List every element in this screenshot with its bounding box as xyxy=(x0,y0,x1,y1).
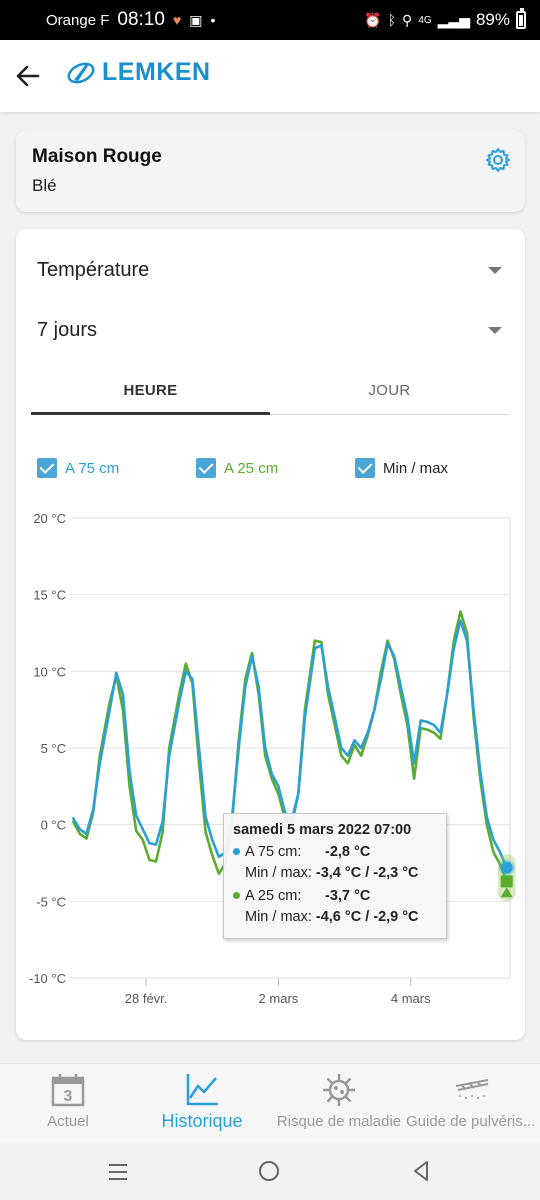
back-triangle-icon[interactable] xyxy=(409,1159,433,1183)
lemken-logo-icon xyxy=(67,62,95,83)
carrier-label: Orange F xyxy=(46,11,110,29)
x-tick-label: 2 mars xyxy=(259,991,299,1006)
sprayer-icon xyxy=(455,1079,489,1099)
granularity-tabs: HEURE JOUR xyxy=(31,365,510,415)
a25-dot-icon xyxy=(233,892,240,899)
period-select-value: 7 jours xyxy=(37,318,98,341)
battery-percent: 89% xyxy=(475,10,510,29)
tooltip-a25-minmax-row: Min / max: -4,6 °C / -2,9 °C xyxy=(233,906,437,927)
tooltip-a25-row: A 25 cm: -3,7 °C xyxy=(233,885,437,906)
tooltip-title: samedi 5 mars 2022 07:00 xyxy=(233,822,412,838)
y-tick-label: 0 °C xyxy=(41,818,66,833)
tooltip-a25-minmax-label: Min / max: xyxy=(245,908,312,925)
nav-historique[interactable]: Historique xyxy=(150,1064,254,1144)
home-icon[interactable] xyxy=(257,1159,281,1183)
y-tick-label: 15 °C xyxy=(33,588,66,603)
chart-card: Température 7 jours HEURE JOUR A 75 cm A… xyxy=(16,229,525,1040)
lemken-logo: LEMKEN xyxy=(66,58,211,87)
checkbox-checked-icon[interactable] xyxy=(196,458,216,478)
legend-a25-toggle[interactable]: A 25 cm xyxy=(196,458,278,478)
nav-risque-maladie[interactable]: Risque de maladie xyxy=(272,1064,406,1144)
recent-apps-icon[interactable] xyxy=(106,1160,130,1184)
legend-a75-toggle[interactable]: A 75 cm xyxy=(37,458,119,478)
gear-icon[interactable] xyxy=(485,147,511,173)
bottom-navigation: 3 Actuel Historique Risque de maladie Gu… xyxy=(0,1063,540,1143)
nav-actuel[interactable]: 3 Actuel xyxy=(28,1064,108,1144)
bluetooth-icon: ᛒ xyxy=(387,12,397,28)
chevron-down-icon xyxy=(488,326,502,334)
field-card[interactable]: Maison Rouge Blé xyxy=(16,130,525,212)
signal-icon: ▂▃▅ xyxy=(437,12,470,28)
checkbox-checked-icon[interactable] xyxy=(37,458,57,478)
status-left: Orange F 08:10 ♥ ▣ • xyxy=(46,0,215,40)
nav-actuel-label: Actuel xyxy=(47,1113,89,1130)
status-right: ⏰ ᛒ ⚲ 4G ▂▃▅ 89% xyxy=(364,0,526,40)
checkbox-checked-icon[interactable] xyxy=(355,458,375,478)
more-notifications-icon: • xyxy=(210,12,216,28)
clock: 08:10 xyxy=(117,9,165,30)
y-tick-label: -10 °C xyxy=(29,971,66,986)
legend-a25-label: A 25 cm xyxy=(224,459,279,477)
tooltip-a75-minmax-row: Min / max: -3,4 °C / -2,3 °C xyxy=(233,862,437,883)
alarm-icon: ⏰ xyxy=(364,12,382,28)
legend-minmax-label: Min / max xyxy=(383,459,449,477)
tab-day[interactable]: JOUR xyxy=(270,365,509,415)
tooltip-a25-minmax-value: -4,6 °C / -2,9 °C xyxy=(315,908,419,925)
chart-line-icon xyxy=(186,1074,218,1106)
tooltip-a75-minmax-value: -3,4 °C / -2,3 °C xyxy=(315,864,419,881)
app-bar: LEMKEN xyxy=(0,40,540,112)
calendar-icon: 3 xyxy=(51,1074,85,1107)
hover-point-a25 xyxy=(500,875,513,888)
tooltip-a75-minmax-label: Min / max: xyxy=(245,864,312,881)
y-tick-label: 5 °C xyxy=(41,741,66,756)
legend-a75-label: A 75 cm xyxy=(65,459,120,477)
legend-minmax-toggle[interactable]: Min / max xyxy=(355,458,448,478)
y-tick-label: 10 °C xyxy=(33,664,66,679)
period-select[interactable]: 7 jours xyxy=(37,310,505,350)
battery-icon xyxy=(516,8,526,29)
calendar-day-number: 3 xyxy=(64,1088,73,1105)
tooltip-a75-row: A 75 cm: -2,8 °C xyxy=(233,841,437,862)
calendar-notification-icon: ▣ xyxy=(189,12,203,28)
field-crop: Blé xyxy=(32,176,57,195)
network-type: 4G xyxy=(418,14,432,26)
back-arrow-icon[interactable] xyxy=(10,58,46,94)
field-name: Maison Rouge xyxy=(32,146,162,167)
x-tick-label: 28 févr. xyxy=(125,991,168,1006)
chart-tooltip: samedi 5 mars 2022 07:00 A 75 cm: -2,8 °… xyxy=(223,813,447,939)
chevron-down-icon xyxy=(488,266,502,274)
tooltip-a75-value: -2,8 °C xyxy=(325,843,371,860)
active-tab-indicator xyxy=(31,412,270,415)
heart-icon: ♥ xyxy=(172,12,182,28)
nav-historique-label: Historique xyxy=(161,1111,243,1131)
nav-guide-pulverisation[interactable]: Guide de pulvéris... xyxy=(406,1064,538,1144)
a75-dot-icon xyxy=(233,848,240,855)
tab-hour[interactable]: HEURE xyxy=(31,365,270,415)
y-tick-label: -5 °C xyxy=(36,894,66,909)
status-bar: Orange F 08:10 ♥ ▣ • ⏰ ᛒ ⚲ 4G ▂▃▅ 89% xyxy=(0,0,540,40)
logo-text: LEMKEN xyxy=(102,58,211,86)
location-icon: ⚲ xyxy=(402,12,413,28)
tooltip-a25-label: A 25 cm: xyxy=(245,887,302,904)
virus-icon xyxy=(323,1074,355,1106)
y-tick-label: 20 °C xyxy=(33,511,66,526)
metric-select[interactable]: Température xyxy=(37,250,505,290)
x-tick-label: 4 mars xyxy=(391,991,431,1006)
nav-guide-label: Guide de pulvéris... xyxy=(406,1113,536,1130)
metric-select-value: Température xyxy=(37,258,150,281)
tooltip-a25-value: -3,7 °C xyxy=(325,887,371,904)
system-navigation-bar xyxy=(0,1143,540,1200)
hover-point-a75 xyxy=(500,861,513,874)
nav-risque-label: Risque de maladie xyxy=(276,1113,402,1130)
tooltip-a75-label: A 75 cm: xyxy=(245,843,302,860)
